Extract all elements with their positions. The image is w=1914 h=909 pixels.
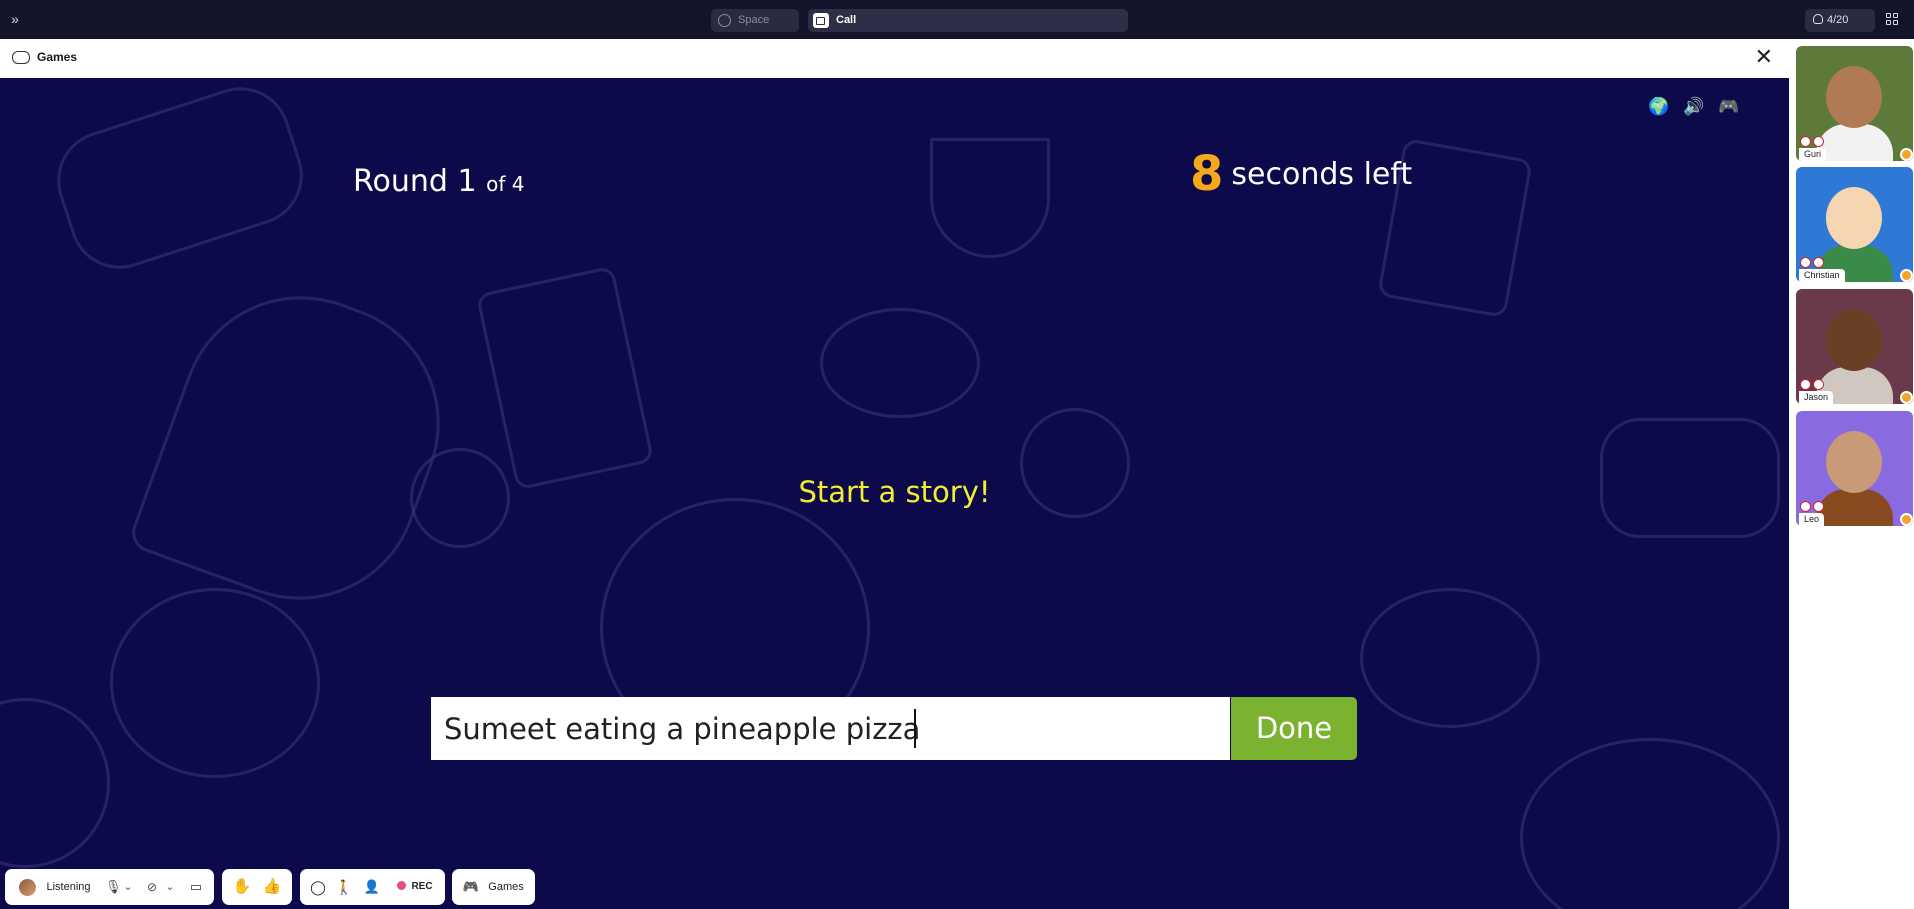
participant-face: [1826, 66, 1882, 128]
game-over-bubble-doodle: [820, 308, 980, 418]
helmet-doodle: [1520, 738, 1780, 909]
screen-share-icon[interactable]: ▭: [187, 869, 205, 905]
participant-tile[interactable]: Christian: [1796, 167, 1913, 282]
participant-count: 4/20: [1827, 14, 1849, 26]
camera-off-icon: [1813, 501, 1824, 512]
status-dot: [1900, 391, 1913, 404]
participant-body: [1816, 489, 1893, 526]
round-label: Round 1: [353, 164, 477, 199]
status-label[interactable]: Listening: [41, 869, 96, 905]
games-panel-title: Games: [37, 50, 78, 64]
expand-sidebar-icon[interactable]: »: [6, 10, 24, 28]
record-dot-icon: [397, 881, 407, 890]
gamepad-doodle: [44, 78, 316, 282]
record-button[interactable]: REC: [392, 869, 438, 905]
round-total: of 4: [486, 172, 525, 196]
raise-hand-icon[interactable]: ✋: [230, 869, 254, 905]
camera-off-icon: [1813, 136, 1824, 147]
mic-off-icon: [1800, 136, 1811, 147]
game-area: 🌍 🔊 🎮 Round 1 of 4 8 seconds left Start a…: [0, 78, 1789, 909]
people-icon: [1813, 14, 1823, 24]
avatar[interactable]: [19, 879, 36, 896]
status-group: Listening 🎙 ⌄ ⊘ ⌄ ▭: [5, 869, 214, 905]
participant-tile[interactable]: Leo: [1796, 411, 1913, 526]
tab-space[interactable]: Space: [711, 9, 799, 32]
status-dot: [1900, 513, 1913, 526]
participant-status-icons: [1800, 501, 1824, 512]
done-button[interactable]: Done: [1231, 697, 1357, 760]
record-label: REC: [411, 881, 433, 892]
game-over-bubble-doodle-2: [110, 588, 320, 778]
tab-call[interactable]: Call: [808, 9, 1128, 32]
add-user-icon[interactable]: 👤: [362, 869, 382, 905]
gamepad-icon: 🎮: [462, 879, 480, 894]
games-panel-header: Games ✕: [0, 39, 1789, 78]
globe-icon[interactable]: 🌍: [1648, 97, 1669, 117]
actions-group: ◯ 🚶 👤 REC: [300, 869, 445, 905]
thumbs-up-icon[interactable]: 👍: [260, 869, 284, 905]
participant-status-icons: [1800, 257, 1824, 268]
participant-tile[interactable]: Jason: [1796, 289, 1913, 404]
video-call-icon: [813, 13, 829, 28]
chevron-down-icon[interactable]: ⌄: [165, 869, 175, 905]
chevron-down-icon[interactable]: ⌄: [123, 869, 133, 905]
controller-doodle: [126, 262, 474, 634]
game-prompt: Start a story!: [798, 475, 991, 509]
status-dot: [1900, 148, 1913, 161]
participant-name: Jason: [1799, 391, 1834, 404]
participant-name: Guri: [1799, 148, 1827, 161]
game-top-icons: 🌍 🔊 🎮: [1648, 97, 1739, 117]
status-dot: [1900, 269, 1913, 282]
camera-off-icon[interactable]: ⊘: [143, 869, 161, 905]
walk-icon[interactable]: 🚶: [334, 869, 354, 905]
sound-icon[interactable]: 🔊: [1683, 97, 1704, 117]
participant-face: [1826, 431, 1882, 493]
reactions-group: ✋ 👍: [222, 869, 292, 905]
mic-off-icon[interactable]: 🎙: [105, 869, 122, 905]
camera-off-icon: [1813, 379, 1824, 390]
camera-off-icon: [1813, 257, 1824, 268]
participant-tile[interactable]: Guri: [1796, 46, 1913, 161]
gamepad-icon[interactable]: 🎮: [1718, 97, 1739, 117]
round-indicator: Round 1 of 4: [353, 164, 524, 199]
participant-name: Leo: [1799, 513, 1825, 526]
games-button[interactable]: 🎮 Games: [452, 869, 535, 905]
participant-status-icons: [1800, 379, 1824, 390]
layout-grid-icon[interactable]: [1886, 13, 1898, 25]
participant-body: [1816, 124, 1893, 161]
participant-status-icons: [1800, 136, 1824, 147]
participant-face: [1826, 187, 1882, 249]
trophy-doodle: [930, 138, 1050, 258]
win-bubble-doodle: [1360, 588, 1540, 728]
close-icon[interactable]: ✕: [1755, 46, 1773, 68]
mic-off-icon: [1800, 257, 1811, 268]
card-doodle: [475, 265, 655, 491]
story-input[interactable]: [431, 697, 1230, 760]
seconds-left-label: seconds left: [1231, 157, 1413, 192]
text-caret: [914, 709, 916, 748]
chat-icon[interactable]: ◯: [308, 869, 328, 905]
space-icon: [718, 14, 731, 27]
mic-off-icon: [1800, 379, 1811, 390]
smiley-doodle: [0, 698, 110, 868]
games-button-label: Games: [488, 881, 524, 893]
participant-face: [1826, 309, 1882, 371]
seconds-remaining: 8: [1190, 146, 1224, 202]
participants-sidebar: Guri Christian Jason Leo: [1789, 39, 1914, 909]
mic-off-icon: [1800, 501, 1811, 512]
participant-count-button[interactable]: 4/20: [1805, 9, 1875, 32]
top-bar: » Space Call 4/20: [0, 0, 1914, 39]
participant-name: Christian: [1799, 269, 1845, 282]
countdown-timer: 8 seconds left: [1190, 146, 1412, 202]
gamepad-icon: [12, 51, 30, 64]
tab-space-label: Space: [738, 14, 770, 26]
tab-call-label: Call: [836, 14, 857, 26]
